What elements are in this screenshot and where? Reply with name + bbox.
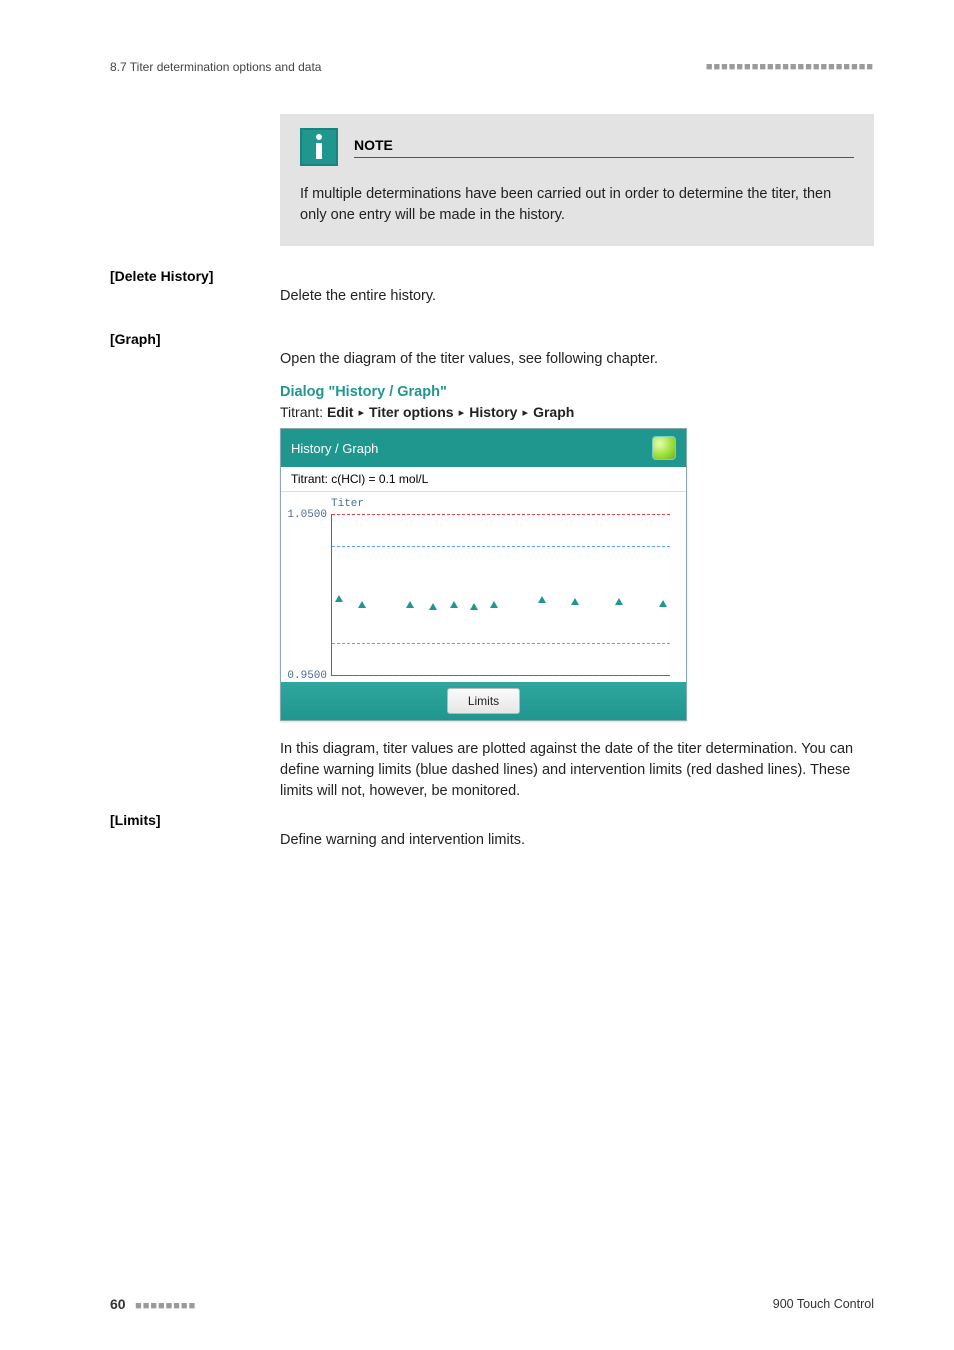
dialog-title: Dialog "History / Graph" — [280, 384, 874, 400]
chart-point — [429, 603, 437, 610]
note-box: NOTE If multiple determinations have bee… — [280, 114, 874, 246]
dialog-header-title: History / Graph — [291, 441, 378, 456]
footer-product: 900 Touch Control — [773, 1297, 874, 1311]
term-limits: [Limits] — [110, 812, 161, 828]
breadcrumb-item: Edit — [327, 404, 353, 420]
note-rule — [354, 157, 854, 158]
term-graph: [Graph] — [110, 331, 161, 347]
warning-limit-line — [332, 643, 670, 644]
chart-point — [358, 601, 366, 608]
chart-axis-label: Titer — [331, 498, 364, 510]
page-header: 8.7 Titer determination options and data… — [110, 60, 874, 74]
chart-point — [406, 601, 414, 608]
dialog-subtitle: Titrant: c(HCl) = 0.1 mol/L — [281, 467, 686, 492]
note-title: NOTE — [354, 137, 854, 153]
page-number: 60 — [110, 1296, 126, 1312]
intervention-limit-line — [332, 514, 670, 515]
desc-limits: Define warning and intervention limits. — [280, 830, 874, 851]
breadcrumb-sep-icon: ▸ — [456, 407, 468, 419]
chart-point — [490, 601, 498, 608]
chart-ytick-top: 1.0500 — [285, 509, 327, 521]
chart-point — [335, 595, 343, 602]
help-icon[interactable] — [652, 436, 676, 460]
breadcrumb-item: Titer options — [369, 404, 454, 420]
chart-point — [571, 598, 579, 605]
chart-point — [538, 596, 546, 603]
chart-point — [470, 603, 478, 610]
intervention-limit-line — [332, 675, 670, 676]
chart-point — [450, 601, 458, 608]
dialog-header: History / Graph — [281, 429, 686, 467]
titer-chart: Titer 1.0500 0.9500 — [281, 492, 686, 682]
desc-delete-history: Delete the entire history. — [280, 286, 874, 307]
chart-ytick-bottom: 0.9500 — [285, 670, 327, 682]
warning-limit-line — [332, 546, 670, 547]
breadcrumb-item: Graph — [533, 404, 574, 420]
footer-decoration: ■■■■■■■■ — [135, 1300, 196, 1312]
header-decoration: ■■■■■■■■■■■■■■■■■■■■■■ — [706, 61, 874, 73]
dialog-footer: Limits — [281, 682, 686, 720]
footer-left: 60 ■■■■■■■■ — [110, 1296, 196, 1312]
page: 8.7 Titer determination options and data… — [0, 0, 954, 1350]
chart-point — [659, 600, 667, 607]
limits-row: [Limits] Define warning and intervention… — [110, 812, 874, 861]
breadcrumb-sep-icon: ▸ — [519, 407, 531, 419]
section-heading: 8.7 Titer determination options and data — [110, 60, 321, 74]
note-row: NOTE If multiple determinations have bee… — [110, 114, 874, 268]
breadcrumb-prefix: Titrant: — [280, 404, 327, 420]
limits-button[interactable]: Limits — [447, 688, 520, 714]
chart-point — [615, 598, 623, 605]
term-delete-history: [Delete History] — [110, 268, 213, 284]
delete-history-row: [Delete History] Delete the entire histo… — [110, 268, 874, 317]
chart-explanation: In this diagram, titer values are plotte… — [280, 739, 874, 802]
graph-row: [Graph] Open the diagram of the titer va… — [110, 331, 874, 812]
history-graph-dialog: History / Graph Titrant: c(HCl) = 0.1 mo… — [280, 428, 687, 721]
desc-graph: Open the diagram of the titer values, se… — [280, 349, 874, 370]
breadcrumb: Titrant: Edit ▸ Titer options ▸ History … — [280, 404, 874, 420]
chart-plot-area — [331, 514, 670, 676]
note-text: If multiple determinations have been car… — [300, 184, 854, 226]
info-icon — [300, 128, 338, 166]
breadcrumb-item: History — [469, 404, 517, 420]
breadcrumb-sep-icon: ▸ — [355, 407, 367, 419]
page-footer: 60 ■■■■■■■■ 900 Touch Control — [110, 1296, 874, 1312]
